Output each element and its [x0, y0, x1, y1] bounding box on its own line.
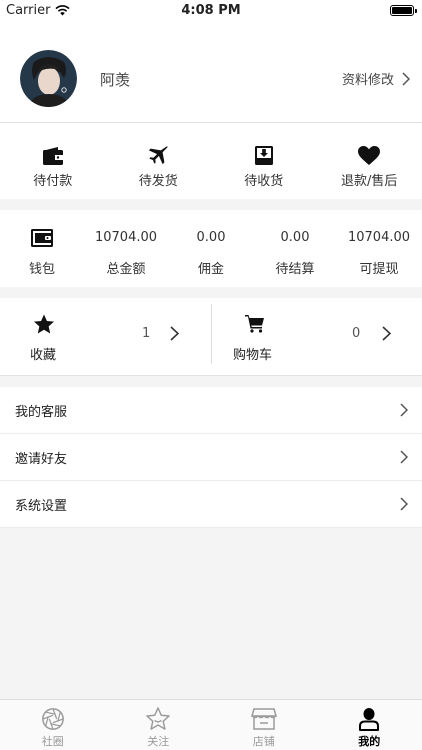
chevron-right-icon — [170, 326, 179, 341]
favorites-button[interactable]: 收藏 1 — [0, 298, 205, 376]
menu-system-settings[interactable]: 系统设置 — [0, 481, 422, 528]
star-icon — [146, 707, 171, 730]
cart-count: 0 — [352, 326, 361, 341]
user-icon — [359, 708, 380, 731]
store-icon — [251, 708, 277, 730]
cart-label: 购物车 — [233, 348, 273, 363]
username: 阿羡 — [100, 71, 131, 89]
tab-community-label: 社圈 — [41, 735, 64, 748]
edit-profile-link[interactable]: 资料修改 — [342, 69, 410, 88]
order-pending-shipment[interactable]: 待发货 — [106, 123, 212, 199]
stat-commission-value: 0.00 — [196, 230, 226, 245]
tab-community[interactable]: 社圈 — [0, 700, 106, 750]
stat-total-amount-label: 总金额 — [106, 262, 146, 277]
menu-customer-service-label: 我的客服 — [15, 404, 68, 420]
wallet-button[interactable]: 钱包 — [22, 228, 62, 277]
favorites-cart-row: 收藏 1 购物车 0 — [0, 298, 422, 376]
stat-withdrawable-value: 10704.00 — [347, 230, 411, 245]
stat-withdrawable-label: 可提现 — [359, 262, 399, 277]
wallet-label: 钱包 — [28, 262, 55, 277]
order-pending-receipt[interactable]: 待收货 — [211, 123, 317, 199]
star-icon — [33, 314, 55, 334]
order-refund-aftersale-label: 退款/售后 — [341, 174, 398, 189]
chevron-right-icon — [400, 403, 408, 417]
stat-total-amount-value: 10704.00 — [94, 230, 158, 245]
cart-icon — [245, 315, 264, 333]
order-pending-shipment-label: 待发货 — [138, 174, 178, 189]
bottom-tab-bar: 社圈 关注 店铺 我的 — [0, 699, 422, 750]
wallet-icon — [31, 229, 53, 247]
status-bar: Carrier 4:08 PM — [0, 0, 422, 22]
chevron-right-icon — [402, 71, 410, 86]
tab-store-label: 店铺 — [252, 735, 275, 748]
favorites-count: 1 — [142, 326, 151, 341]
order-pending-payment-label: 待付款 — [33, 174, 73, 189]
favorites-label: 收藏 — [30, 348, 57, 363]
chevron-right-icon — [382, 326, 391, 341]
battery-icon — [390, 5, 417, 16]
aperture-icon — [41, 708, 64, 730]
tab-follow[interactable]: 关注 — [106, 700, 212, 750]
stat-commission[interactable]: 0.00 佣金 — [168, 230, 254, 277]
menu-system-settings-label: 系统设置 — [15, 498, 68, 514]
chevron-right-icon — [400, 497, 408, 511]
stat-pending-settlement-value: 0.00 — [280, 230, 310, 245]
edit-profile-label: 资料修改 — [341, 73, 394, 88]
stat-total-amount[interactable]: 10704.00 总金额 — [83, 230, 169, 277]
wallet-icon — [42, 146, 63, 165]
settings-menu: 我的客服 邀请好友 系统设置 — [0, 387, 422, 528]
tab-follow-label: 关注 — [147, 735, 170, 748]
tab-me-label: 我的 — [358, 735, 381, 748]
avatar[interactable] — [20, 50, 77, 107]
clock: 4:08 PM — [181, 3, 241, 18]
chevron-right-icon — [400, 450, 408, 464]
order-pending-payment[interactable]: 待付款 — [0, 123, 106, 199]
stat-pending-settlement-label: 待结算 — [275, 262, 315, 277]
tab-me[interactable]: 我的 — [317, 700, 422, 750]
order-status-row: 待付款 待发货 待收货 退款/售后 — [0, 123, 422, 199]
stat-pending-settlement[interactable]: 0.00 待结算 — [252, 230, 338, 277]
stat-withdrawable[interactable]: 10704.00 可提现 — [336, 230, 422, 277]
airplane-icon — [149, 146, 168, 165]
menu-invite-friends-label: 邀请好友 — [15, 451, 68, 467]
tab-store[interactable]: 店铺 — [211, 700, 317, 750]
order-refund-aftersale[interactable]: 退款/售后 — [317, 123, 422, 199]
menu-customer-service[interactable]: 我的客服 — [0, 387, 422, 434]
inbox-download-icon — [254, 145, 273, 165]
order-pending-receipt-label: 待收货 — [244, 174, 284, 189]
wallet-section: 钱包 10704.00 总金额 0.00 佣金 0.00 待结算 10704.0… — [0, 210, 422, 287]
profile-header: 阿羡 资料修改 — [0, 22, 422, 123]
cart-button[interactable]: 购物车 0 — [212, 298, 417, 376]
stat-commission-label: 佣金 — [197, 262, 224, 277]
heart-icon — [358, 145, 381, 165]
menu-invite-friends[interactable]: 邀请好友 — [0, 434, 422, 481]
